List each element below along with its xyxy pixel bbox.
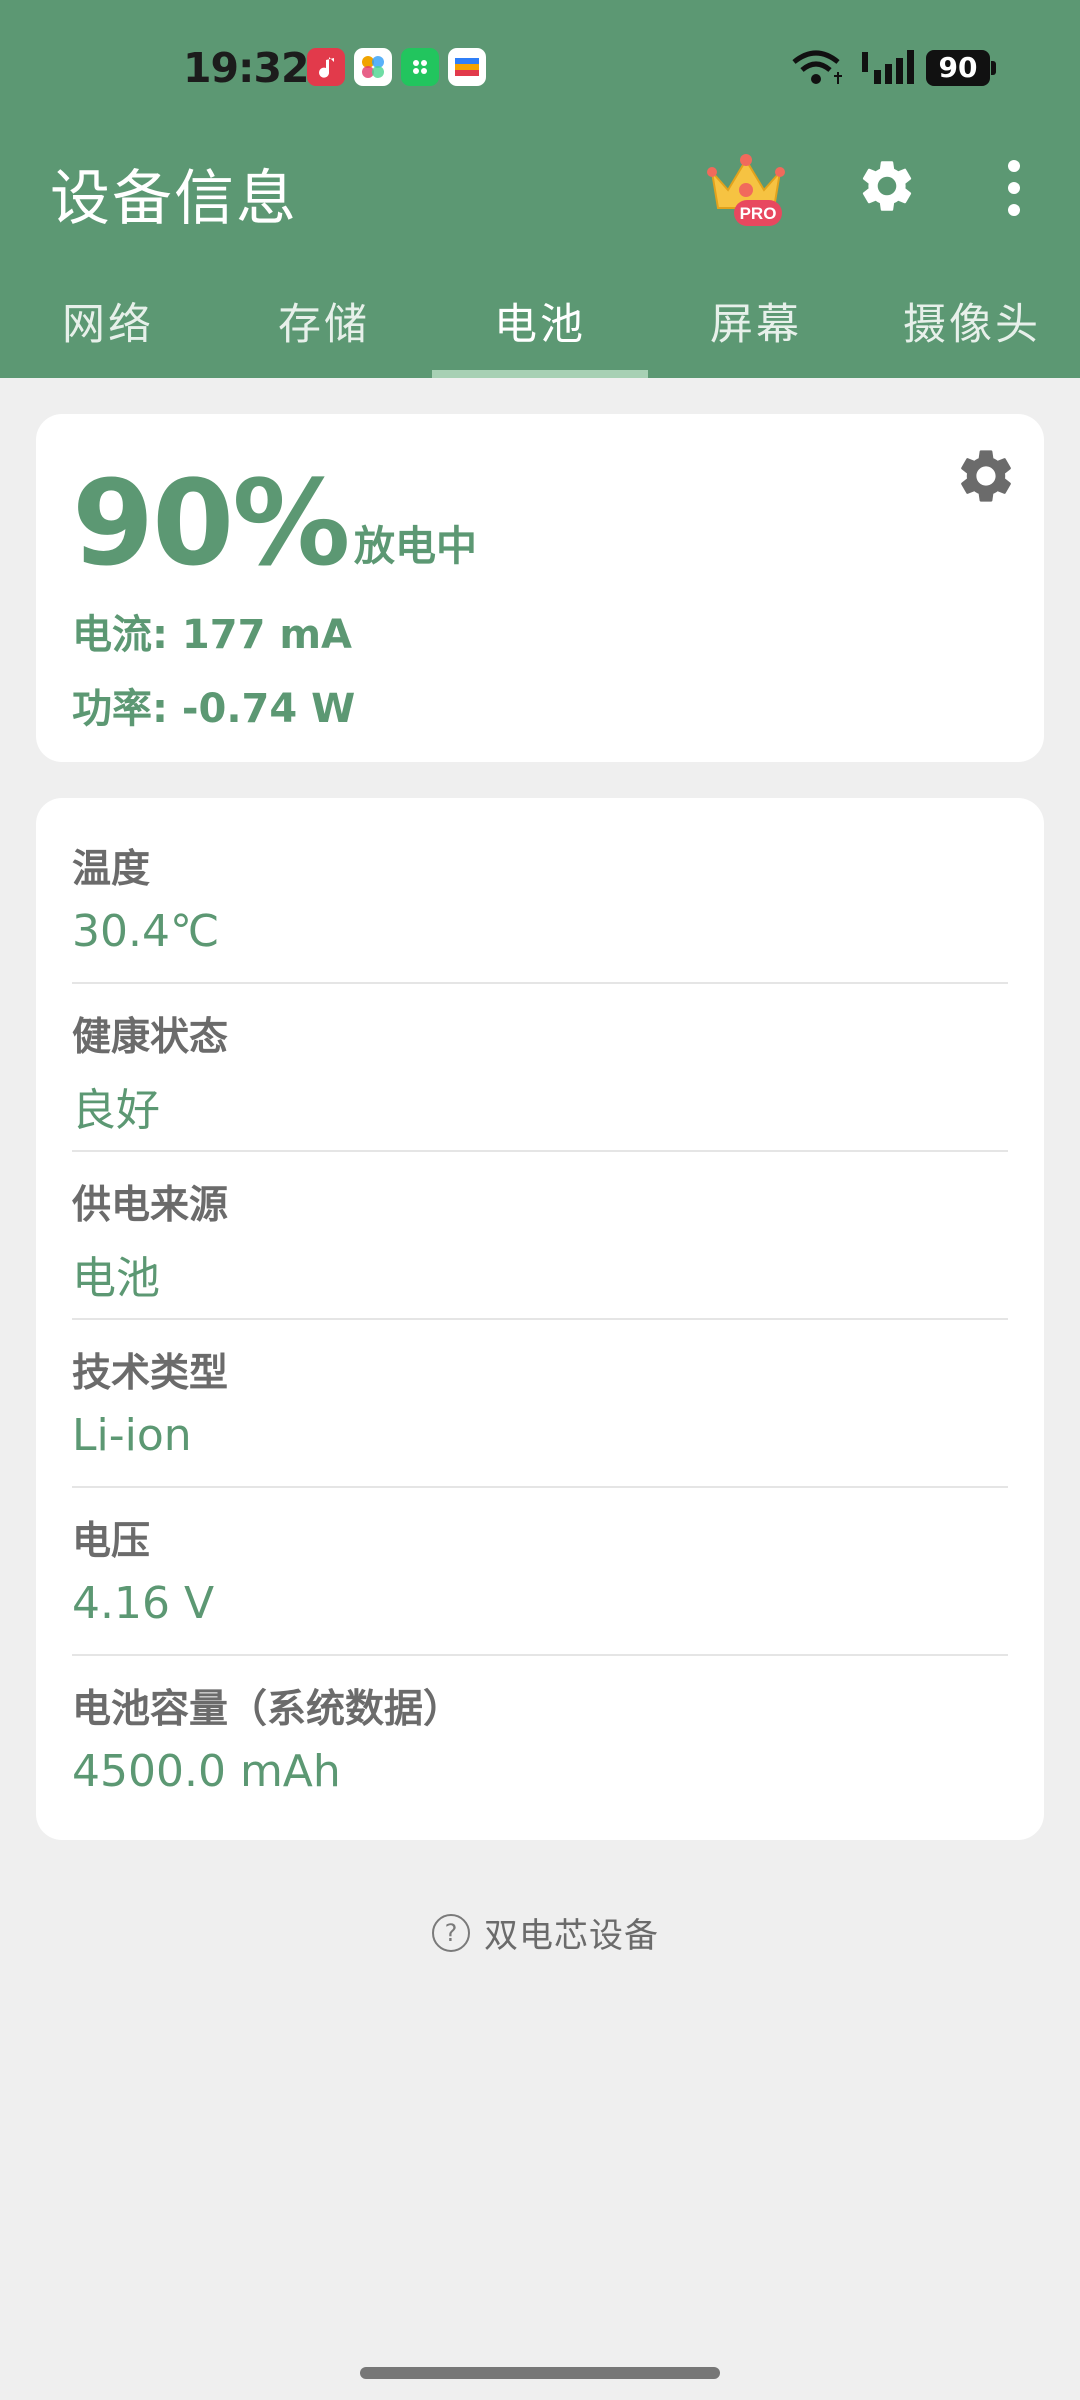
dual-cell-help-link[interactable]: ? 双电芯设备 [432, 1908, 659, 1956]
detail-value: 4.16 V [72, 1578, 215, 1629]
battery-current: 电流: 177 mA [72, 612, 352, 658]
detail-value: 4500.0 mAh [72, 1746, 341, 1797]
status-bar: 19:32 90 [0, 0, 1080, 135]
home-indicator-bar[interactable] [360, 2367, 720, 2379]
detail-row-power-source: 供电来源 电池 [72, 1134, 1008, 1304]
signal-icon [862, 50, 914, 84]
page-title: 设备信息 [50, 164, 298, 234]
detail-label: 温度 [72, 847, 151, 892]
music-app-icon [307, 48, 345, 86]
detail-row-health: 健康状态 良好 [72, 966, 1008, 1136]
detail-label: 电池容量（系统数据） [72, 1687, 463, 1732]
more-vert-icon[interactable] [1000, 158, 1028, 218]
battery-percent: 90% [72, 454, 350, 592]
help-circle-icon: ? [432, 1913, 470, 1952]
status-time: 19:32 [183, 44, 310, 92]
detail-label: 技术类型 [72, 1351, 229, 1396]
tab-camera[interactable]: 摄像头 [864, 280, 1080, 378]
detail-label: 电压 [72, 1519, 151, 1564]
detail-row-temperature: 温度 30.4℃ [72, 798, 1008, 966]
detail-value: 30.4℃ [72, 906, 220, 957]
battery-status-icon: 90 [926, 50, 996, 86]
tab-battery[interactable]: 电池 [432, 280, 648, 378]
dual-cell-text: 双电芯设备 [484, 1916, 659, 1956]
detail-label: 健康状态 [72, 1015, 229, 1060]
pro-crown-icon[interactable]: PRO [706, 150, 786, 230]
tab-indicator [432, 370, 648, 378]
gear-icon[interactable] [856, 155, 918, 217]
battery-details-card: 温度 30.4℃ 健康状态 良好 供电来源 电池 技术类型 Li-ion 电压 … [36, 798, 1044, 1840]
tab-storage[interactable]: 存储 [216, 280, 432, 378]
detail-row-voltage: 电压 4.16 V [72, 1470, 1008, 1638]
battery-power: 功率: -0.74 W [72, 686, 356, 732]
detail-value: 电池 [72, 1253, 160, 1304]
store-app-icon [401, 48, 439, 86]
detail-row-technology: 技术类型 Li-ion [72, 1302, 1008, 1470]
photos-app-icon [354, 48, 392, 86]
detail-label: 供电来源 [72, 1183, 229, 1228]
battery-summary-card: 90% 放电中 电流: 177 mA 功率: -0.74 W [36, 414, 1044, 762]
detail-row-capacity: 电池容量（系统数据） 4500.0 mAh [72, 1638, 1008, 1806]
detail-value: Li-ion [72, 1410, 192, 1461]
wifi-icon [792, 50, 842, 84]
tab-screen[interactable]: 屏幕 [648, 280, 864, 378]
battery-settings-gear-icon[interactable] [954, 444, 1018, 508]
pro-badge-text: PRO [740, 204, 777, 223]
wallet-app-icon [448, 48, 486, 86]
tab-network[interactable]: 网络 [0, 280, 216, 378]
battery-state: 放电中 [354, 522, 477, 570]
detail-value: 良好 [72, 1085, 160, 1136]
tab-bar: 网络 存储 电池 屏幕 摄像头 [0, 280, 1080, 378]
